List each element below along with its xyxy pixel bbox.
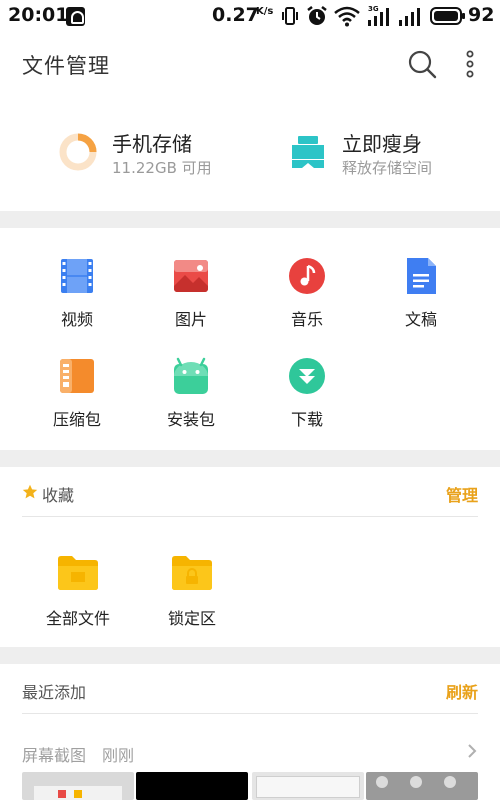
category-label: 视频	[60, 310, 93, 329]
category-label: 图片	[174, 310, 207, 329]
recent-group-time: 刚刚	[102, 746, 135, 765]
section-divider	[0, 647, 500, 664]
screenshot-thumbnail[interactable]	[22, 772, 134, 800]
cleanup-subtitle: 释放存储空间	[342, 159, 433, 177]
category-downloads[interactable]: 下载	[250, 356, 364, 436]
category-label: 音乐	[290, 310, 323, 329]
favorite-locked-area[interactable]: 锁定区	[132, 555, 252, 635]
picture-icon	[174, 260, 208, 292]
category-label: 压缩包	[52, 410, 101, 429]
screenshot-thumbnail[interactable]	[136, 772, 248, 800]
clean-icon	[292, 136, 324, 168]
phone-storage-item[interactable]: 手机存储 11.22GB 可用	[58, 124, 258, 184]
folder-icon	[58, 556, 98, 590]
favorite-label: 全部文件	[45, 609, 110, 628]
signal-icon	[399, 8, 420, 26]
network-speed-unit: K/s	[256, 6, 274, 17]
network-speed: 0.27	[212, 4, 259, 26]
cleanup-title: 立即瘦身	[342, 132, 422, 156]
favorites-header: 收藏 管理	[22, 467, 478, 517]
search-icon[interactable]	[406, 48, 438, 80]
refresh-button[interactable]: 刷新	[446, 679, 478, 703]
favorites-section: 收藏 管理 全部文件 锁定区	[0, 467, 500, 647]
download-icon	[289, 358, 325, 394]
manage-button[interactable]: 管理	[446, 482, 478, 506]
recent-title: 最近添加	[22, 683, 87, 702]
notification-icon	[66, 7, 85, 26]
category-label: 安装包	[166, 410, 215, 429]
recent-group-screenshots[interactable]: 屏幕截图 刚刚	[22, 736, 478, 766]
status-bar: 20:01 0.27 K/s 3G 92	[0, 0, 500, 32]
category-video[interactable]: 视频	[20, 256, 134, 336]
category-label: 下载	[290, 410, 323, 429]
chevron-right-icon	[468, 744, 477, 758]
status-time: 20:01	[8, 4, 69, 26]
category-pictures[interactable]: 图片	[134, 256, 248, 336]
category-documents[interactable]: 文稿	[364, 256, 478, 336]
wifi-icon	[334, 6, 360, 27]
signal-3g-icon: 3G	[368, 5, 389, 26]
storage-section: 手机存储 11.22GB 可用 立即瘦身 释放存储空间	[0, 96, 500, 211]
archive-icon	[60, 359, 94, 393]
android-icon	[174, 357, 208, 394]
favorites-title: 收藏	[42, 486, 75, 505]
section-divider	[0, 211, 500, 228]
category-label: 文稿	[404, 310, 437, 329]
alarm-icon	[307, 6, 327, 25]
screenshot-thumbnail[interactable]	[252, 772, 364, 800]
screenshot-thumbnail[interactable]	[366, 772, 478, 800]
favorite-all-files[interactable]: 全部文件	[18, 555, 138, 635]
category-archives[interactable]: 压缩包	[20, 356, 134, 436]
phone-storage-available: 11.22GB 可用	[112, 159, 212, 177]
star-icon	[22, 484, 38, 499]
recent-group-title: 屏幕截图	[22, 746, 87, 765]
favorite-label: 锁定区	[167, 609, 216, 628]
section-divider	[0, 450, 500, 467]
phone-storage-title: 手机存储	[112, 132, 192, 156]
music-icon	[289, 258, 325, 294]
category-music[interactable]: 音乐	[250, 256, 364, 336]
app-header: 文件管理	[0, 32, 500, 96]
locked-folder-icon	[172, 556, 212, 590]
cleanup-item[interactable]: 立即瘦身 释放存储空间	[288, 124, 488, 184]
document-icon	[407, 258, 436, 294]
recent-header: 最近添加 刷新	[22, 664, 478, 714]
svg-text:3G: 3G	[368, 5, 379, 13]
storage-ring-icon	[59, 133, 97, 171]
more-vertical-icon[interactable]	[460, 48, 480, 80]
category-apks[interactable]: 安装包	[134, 356, 248, 436]
battery-icon	[430, 7, 465, 25]
page-title: 文件管理	[22, 54, 110, 78]
thumbnail-strip	[22, 772, 500, 800]
battery-level: 92	[468, 4, 495, 26]
video-icon	[61, 259, 93, 293]
vibrate-icon	[282, 7, 298, 25]
category-grid: 视频 图片 音乐 文稿 压缩包 安装包 下载	[0, 228, 500, 450]
